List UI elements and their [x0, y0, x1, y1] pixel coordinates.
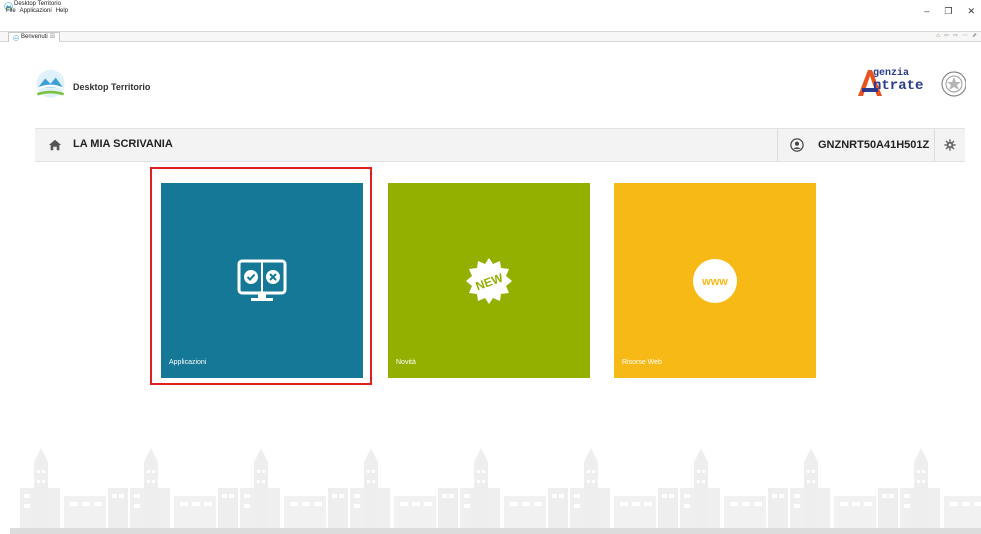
tab-app-icon — [13, 34, 19, 41]
user-icon — [790, 138, 804, 152]
city-skyline-decoration — [20, 448, 981, 534]
gear-icon — [944, 139, 956, 151]
monitor-check-icon — [237, 259, 287, 301]
tile-label: Novità — [396, 359, 416, 366]
menu-bar: File Applicazioni Help — [6, 8, 68, 14]
tab-label: Benvenuti — [21, 34, 48, 40]
window-titlebar: Desktop Territorio – ❐ ✕ File Applicazio… — [0, 0, 981, 20]
tile-label: Risorse Web — [622, 359, 662, 366]
page-title: LA MIA SCRIVANIA — [73, 138, 173, 150]
close-button[interactable]: ✕ — [967, 6, 975, 17]
www-text: www — [701, 276, 728, 288]
browser-nav-tools: ⌂ ⇦ ⇨ ⋯ ⬈ — [936, 32, 977, 41]
tile-applicazioni[interactable]: Applicazioni — [161, 183, 363, 378]
editor-tab-bar: Benvenuti ☒ ⌂ ⇦ ⇨ ⋯ ⬈ — [0, 31, 981, 42]
settings-button[interactable] — [934, 129, 965, 161]
menu-help[interactable]: Help — [56, 8, 68, 14]
home-nav-icon[interactable]: ⌂ — [936, 32, 940, 41]
menu-file[interactable]: File — [6, 8, 16, 14]
tab-close-icon[interactable]: ☒ — [50, 33, 55, 42]
forward-icon[interactable]: ⇨ — [953, 32, 958, 41]
tile-risorse-web[interactable]: www Risorse Web — [614, 183, 816, 378]
desktop-territorio-logo — [36, 69, 65, 98]
back-icon[interactable]: ⇦ — [944, 32, 949, 41]
tile-novita[interactable]: NEW Novità — [388, 183, 590, 378]
brand-name: Desktop Territorio — [73, 82, 151, 92]
new-badge-icon: NEW — [466, 257, 512, 304]
window-controls: – ❐ ✕ — [924, 6, 975, 17]
agency-name-bottom: ntrate — [873, 78, 924, 94]
menu-applicazioni[interactable]: Applicazioni — [20, 8, 52, 14]
tab-benvenuti[interactable]: Benvenuti ☒ — [8, 32, 61, 42]
window-title: Desktop Territorio — [14, 1, 61, 7]
minimize-button[interactable]: – — [924, 6, 929, 17]
tile-label: Applicazioni — [169, 359, 207, 366]
maximize-view-icon[interactable]: ⬈ — [972, 32, 977, 41]
minimize-view-icon[interactable]: ⋯ — [962, 32, 968, 41]
user-code: GNZNRT50A41H501Z — [818, 139, 930, 151]
www-icon: www — [693, 258, 737, 303]
footer-strip — [10, 528, 981, 534]
restore-button[interactable]: ❐ — [944, 6, 952, 17]
user-info[interactable]: GNZNRT50A41H501Z — [777, 129, 929, 161]
breadcrumb: LA MIA SCRIVANIA GNZNRT50A41H501Z — [35, 128, 965, 162]
home-icon[interactable] — [48, 138, 62, 152]
